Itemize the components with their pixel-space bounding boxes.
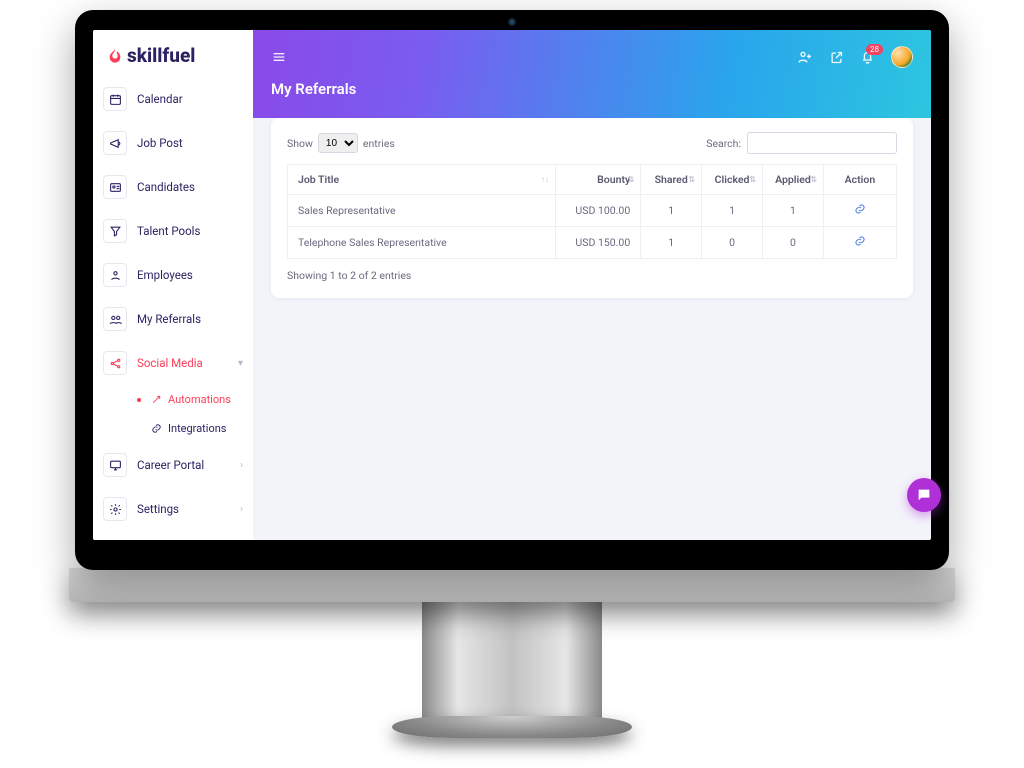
cell-shared: 1 — [641, 195, 702, 227]
brand-logo: skillfuel — [93, 30, 253, 77]
sidebar-item-socialmedia[interactable]: Social Media ▾ — [93, 341, 253, 385]
sidebar-item-subscriptions[interactable]: Subscriptions › — [93, 531, 253, 540]
topbar: 28 My Referrals — [253, 30, 931, 118]
sidebar-item-label: My Referrals — [137, 312, 201, 326]
show-label: Show — [287, 137, 313, 150]
copy-link-button[interactable] — [854, 203, 866, 215]
col-bounty[interactable]: Bounty⇅ — [555, 165, 640, 195]
sidebar: skillfuel Calendar Job Post Candidates — [93, 30, 253, 540]
sidebar-item-label: Career Portal — [137, 458, 204, 472]
sidebar-item-jobpost[interactable]: Job Post — [93, 121, 253, 165]
avatar[interactable] — [891, 46, 913, 68]
sort-icon: ⇅ — [628, 177, 635, 183]
subnav-item-label: Automations — [168, 393, 231, 406]
cell-action — [823, 227, 896, 259]
entries-select[interactable]: 10 — [318, 133, 358, 153]
gear-icon — [103, 497, 127, 521]
cell-bounty: USD 100.00 — [555, 195, 640, 227]
table-row: Sales Representative USD 100.00 1 1 1 — [288, 195, 897, 227]
table-row: Telephone Sales Representative USD 150.0… — [288, 227, 897, 259]
subnav-item-integrations[interactable]: Integrations — [123, 414, 253, 443]
referrals-table: Job Title↑↓ Bounty⇅ Shared⇅ Clicked⇅ App… — [287, 164, 897, 259]
flame-icon — [107, 46, 123, 66]
col-applied[interactable]: Applied⇅ — [763, 165, 824, 195]
sidebar-item-label: Job Post — [137, 136, 183, 150]
sort-icon: ↑↓ — [541, 177, 549, 183]
sort-icon: ⇅ — [688, 177, 695, 183]
col-clicked[interactable]: Clicked⇅ — [702, 165, 763, 195]
table-info: Showing 1 to 2 of 2 entries — [287, 269, 897, 282]
sidebar-item-candidates[interactable]: Candidates — [93, 165, 253, 209]
monitor-foot — [392, 716, 632, 738]
app-screen: skillfuel Calendar Job Post Candidates — [93, 30, 931, 540]
subnav-item-label: Integrations — [168, 422, 226, 435]
copy-link-button[interactable] — [854, 235, 866, 247]
sort-icon: ⇅ — [749, 177, 756, 183]
sidebar-item-label: Settings — [137, 502, 179, 516]
sidebar-item-talentpools[interactable]: Talent Pools — [93, 209, 253, 253]
megaphone-icon — [103, 131, 127, 155]
search-label: Search: — [706, 137, 741, 150]
subnav-socialmedia: Automations Integrations — [93, 385, 253, 443]
sidebar-item-employees[interactable]: Employees — [93, 253, 253, 297]
chevron-right-icon: › — [240, 460, 243, 471]
top-actions: 28 — [797, 46, 913, 68]
notification-badge: 28 — [866, 44, 883, 56]
add-user-button[interactable] — [797, 49, 813, 65]
cell-shared: 1 — [641, 227, 702, 259]
sidebar-item-settings[interactable]: Settings › — [93, 487, 253, 531]
col-jobtitle[interactable]: Job Title↑↓ — [288, 165, 556, 195]
external-link-button[interactable] — [829, 50, 844, 65]
menu-toggle[interactable] — [271, 49, 287, 65]
notifications-button[interactable]: 28 — [860, 50, 875, 65]
referrals-card: Show 10 entries Search: Jo — [271, 118, 913, 298]
monitor-stand — [422, 600, 602, 720]
col-action: Action — [823, 165, 896, 195]
sidebar-item-calendar[interactable]: Calendar — [93, 77, 253, 121]
table-controls: Show 10 entries Search: — [287, 132, 897, 154]
inactive-dot — [137, 427, 141, 431]
sidebar-item-careerportal[interactable]: Career Portal › — [93, 443, 253, 487]
cell-title: Telephone Sales Representative — [288, 227, 556, 259]
sidebar-item-label: Talent Pools — [137, 224, 200, 238]
monitor-icon — [103, 453, 127, 477]
brand-text: skillfuel — [127, 44, 195, 67]
camera-dot — [508, 18, 516, 26]
sidebar-item-myreferrals[interactable]: My Referrals — [93, 297, 253, 341]
magic-icon — [151, 394, 162, 405]
content: Show 10 entries Search: Jo — [253, 106, 931, 540]
monitor-frame: skillfuel Calendar Job Post Candidates — [75, 10, 949, 570]
id-card-icon — [103, 175, 127, 199]
main: 28 My Referrals Show 10 entries — [253, 30, 931, 540]
cell-clicked: 1 — [702, 195, 763, 227]
subnav-item-automations[interactable]: Automations — [123, 385, 253, 414]
share-icon — [103, 351, 127, 375]
sidebar-item-label: Employees — [137, 268, 193, 282]
col-shared[interactable]: Shared⇅ — [641, 165, 702, 195]
link-icon — [151, 423, 162, 434]
sidebar-item-label: Social Media — [137, 356, 203, 370]
sort-icon: ⇅ — [810, 177, 817, 183]
nav: Calendar Job Post Candidates Talent Pool… — [93, 77, 253, 540]
funnel-icon — [103, 219, 127, 243]
page-title: My Referrals — [271, 74, 913, 98]
sidebar-item-label: Candidates — [137, 180, 195, 194]
chevron-down-icon: ▾ — [238, 358, 243, 369]
cell-applied: 1 — [763, 195, 824, 227]
cell-applied: 0 — [763, 227, 824, 259]
person-icon — [103, 263, 127, 287]
sidebar-item-label: Calendar — [137, 92, 183, 106]
cell-bounty: USD 150.00 — [555, 227, 640, 259]
cell-action — [823, 195, 896, 227]
chevron-right-icon: › — [240, 504, 243, 515]
active-dot — [137, 398, 141, 402]
monitor-base — [69, 568, 955, 602]
search-input[interactable] — [747, 132, 897, 154]
cell-title: Sales Representative — [288, 195, 556, 227]
cell-clicked: 0 — [702, 227, 763, 259]
calendar-icon — [103, 87, 127, 111]
people-icon — [103, 307, 127, 331]
entries-label: entries — [363, 137, 395, 150]
